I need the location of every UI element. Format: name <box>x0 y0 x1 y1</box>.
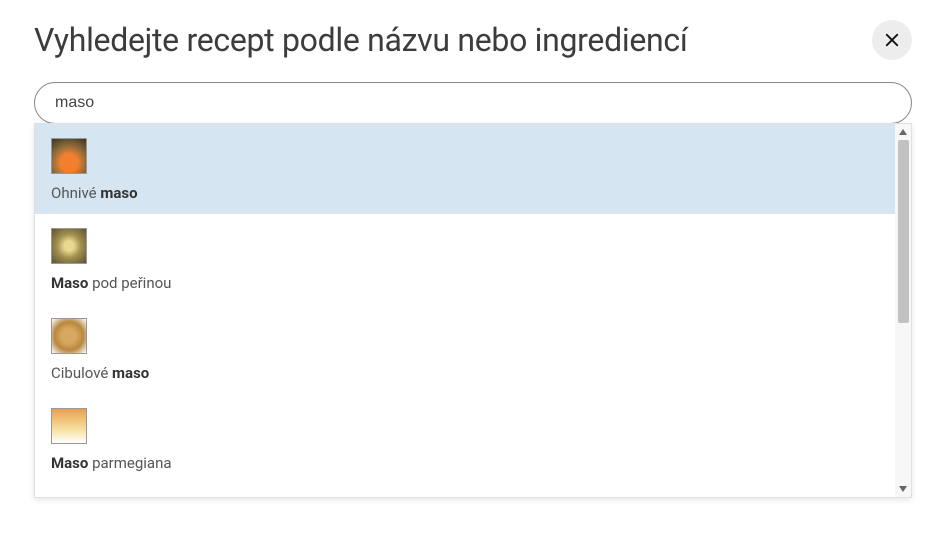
result-item[interactable]: Ohnivé maso <box>35 124 895 214</box>
autocomplete-dropdown: Ohnivé maso Maso pod peřinou Cibulové maso… <box>34 123 912 498</box>
result-label: Ohnivé maso <box>51 184 879 202</box>
scroll-up-arrow[interactable] <box>895 124 911 140</box>
scroll-down-arrow[interactable] <box>895 481 911 497</box>
result-thumbnail <box>51 408 87 444</box>
result-item[interactable]: Maso parmegiana <box>35 394 895 484</box>
result-label: Maso parmegiana <box>51 454 879 472</box>
result-text-pre: Cibulové <box>51 364 112 382</box>
result-text-match: Maso <box>51 454 88 472</box>
header-row: Vyhledejte recept podle názvu nebo ingre… <box>34 20 912 60</box>
result-item[interactable]: Cibulové maso <box>35 304 895 394</box>
scrollbar[interactable] <box>895 124 911 497</box>
result-label: Cibulové maso <box>51 364 879 382</box>
results-list: Ohnivé maso Maso pod peřinou Cibulové maso… <box>35 124 895 497</box>
result-text-post: parmegiana <box>88 454 171 472</box>
result-text-post: pod peřinou <box>88 274 171 292</box>
result-thumbnail <box>51 228 87 264</box>
result-text-pre: Ohnivé <box>51 184 100 202</box>
result-text-match: maso <box>112 364 149 382</box>
result-label: Maso pod peřinou <box>51 274 879 292</box>
search-wrapper: Ohnivé masoMaso pod peřinouCibulové maso… <box>34 82 912 124</box>
result-text-match: Maso <box>51 274 88 292</box>
close-button[interactable] <box>872 20 912 60</box>
scroll-thumb[interactable] <box>898 140 909 323</box>
search-input[interactable] <box>34 82 912 124</box>
result-item[interactable] <box>35 484 895 497</box>
result-item[interactable]: Maso pod peřinou <box>35 214 895 304</box>
close-icon <box>883 31 901 49</box>
result-text-match: maso <box>100 184 137 202</box>
result-thumbnail <box>51 318 87 354</box>
search-dialog: Vyhledejte recept podle názvu nebo ingre… <box>0 0 946 144</box>
result-thumbnail <box>51 138 87 174</box>
dialog-title: Vyhledejte recept podle názvu nebo ingre… <box>34 21 687 59</box>
